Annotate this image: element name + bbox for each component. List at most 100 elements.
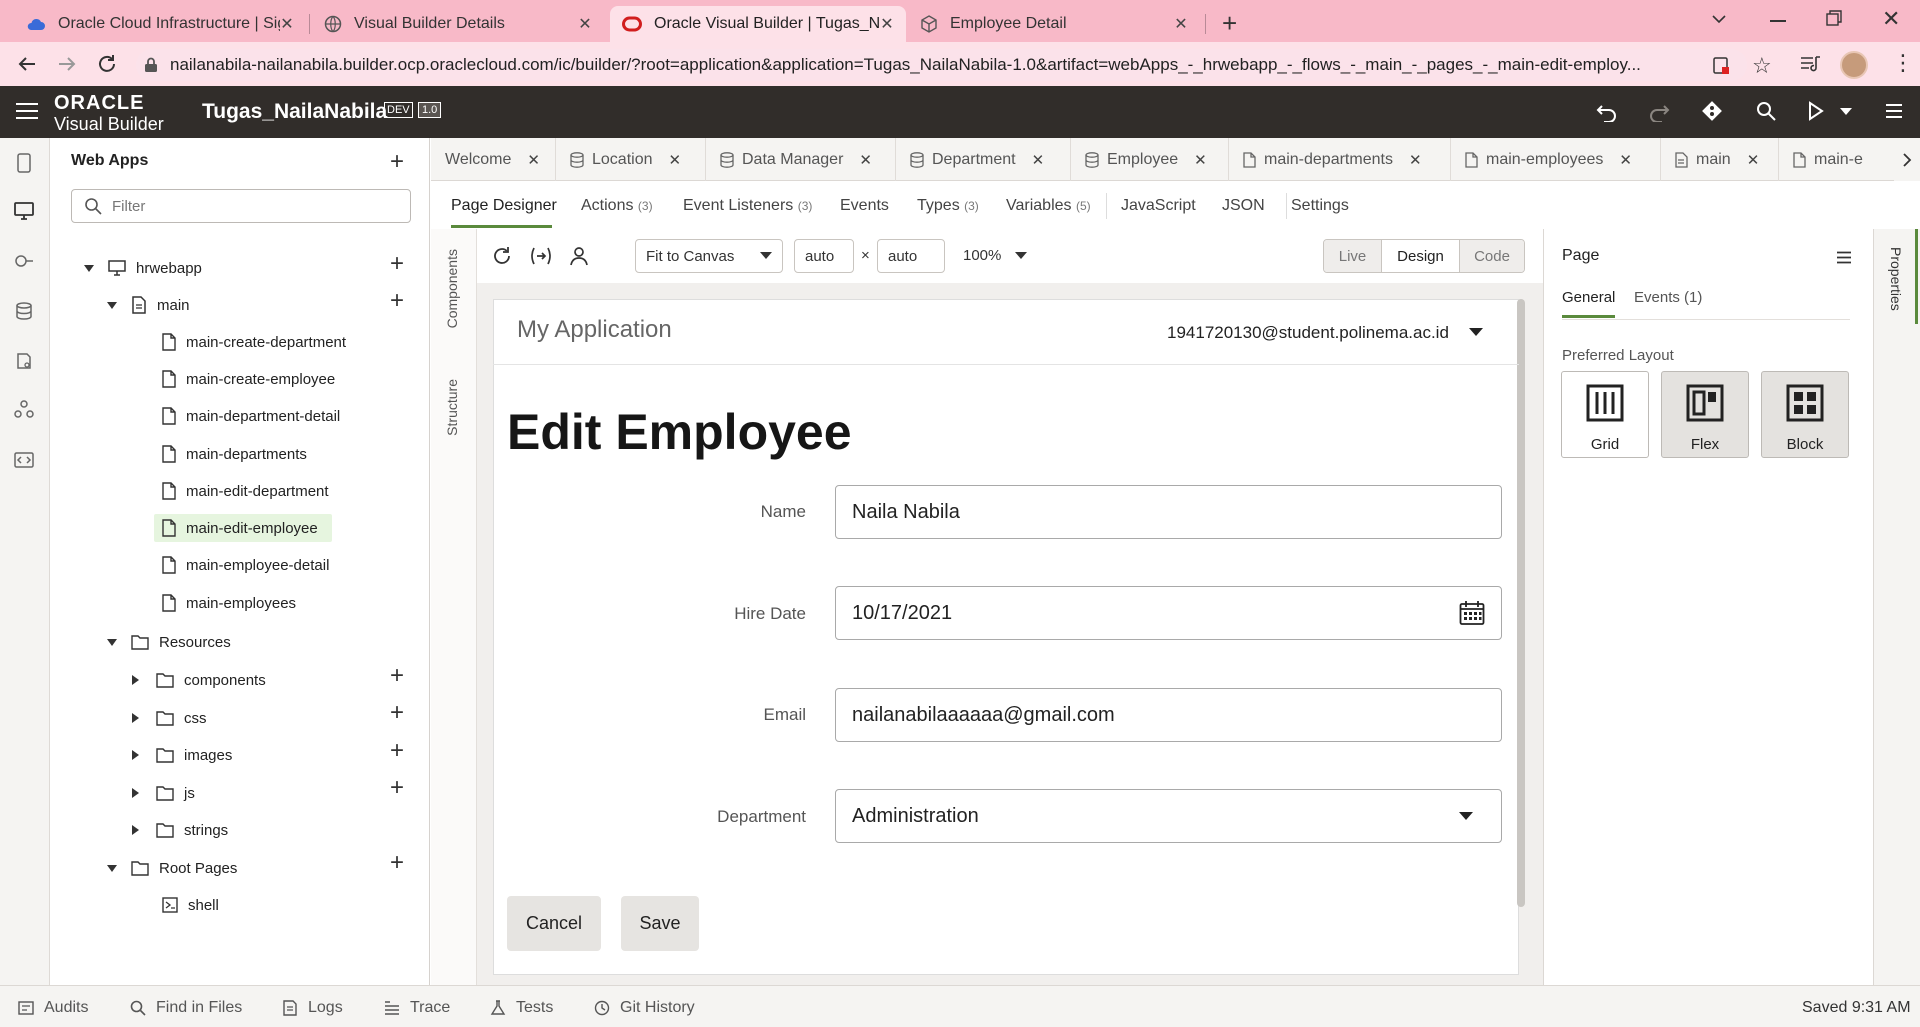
tree-item-hrwebapp[interactable]: hrwebapp: [84, 254, 202, 282]
git-history-button[interactable]: Git History: [594, 999, 695, 1017]
close-icon[interactable]: ✕: [280, 14, 294, 34]
fit-to-canvas-select[interactable]: Fit to Canvas: [635, 239, 783, 273]
properties-tab[interactable]: Properties: [1888, 247, 1904, 311]
editor-tab[interactable]: Employee ✕: [1071, 138, 1229, 181]
filter-input[interactable]: Filter: [71, 189, 411, 223]
department-select[interactable]: Administration: [835, 789, 1502, 843]
reload-icon[interactable]: [96, 53, 118, 75]
editor-tab[interactable]: Welcome ✕: [431, 138, 556, 181]
editor-tab[interactable]: Department ✕: [896, 138, 1071, 181]
zoom-select[interactable]: 100%: [963, 247, 1028, 264]
live-mode-button[interactable]: Live: [1324, 240, 1382, 272]
save-button[interactable]: Save: [621, 896, 699, 951]
menu-icon[interactable]: [1837, 251, 1851, 264]
browser-tab[interactable]: Visual Builder Details ✕: [312, 6, 604, 42]
caret-right-icon[interactable]: [132, 675, 139, 685]
tree-item-root-pages[interactable]: Root Pages: [107, 854, 237, 882]
structure-tab[interactable]: Structure: [444, 379, 460, 436]
window-close-button[interactable]: ✕: [1882, 6, 1900, 32]
tab-event-listeners[interactable]: Event Listeners (3): [683, 197, 812, 215]
tree-item-page[interactable]: main-departments: [162, 440, 307, 468]
editor-tab[interactable]: main-e: [1779, 138, 1894, 181]
editor-tab[interactable]: main ✕: [1661, 138, 1779, 181]
caret-down-icon[interactable]: [107, 864, 117, 872]
undo-icon[interactable]: [1596, 102, 1618, 122]
browser-tab-active[interactable]: Oracle Visual Builder | Tugas_Nai ✕: [610, 6, 906, 42]
name-input[interactable]: Naila Nabila: [835, 485, 1502, 539]
run-icon[interactable]: [1808, 101, 1824, 121]
tab-events[interactable]: Events: [840, 197, 889, 215]
email-input[interactable]: nailanabilaaaaaa@gmail.com: [835, 688, 1502, 742]
star-icon[interactable]: ☆: [1752, 53, 1772, 79]
web-apps-icon[interactable]: [14, 202, 34, 220]
browser-tab[interactable]: Employee Detail ✕: [908, 6, 1200, 42]
tree-item-folder[interactable]: components: [132, 666, 266, 694]
minimize-button[interactable]: [1770, 20, 1786, 22]
tree-item-folder[interactable]: css: [132, 704, 207, 732]
add-button[interactable]: +: [390, 701, 404, 725]
editor-tab[interactable]: main-departments ✕: [1229, 138, 1451, 181]
close-icon[interactable]: ✕: [880, 14, 894, 34]
close-icon[interactable]: ✕: [1747, 151, 1760, 169]
trace-button[interactable]: Trace: [384, 999, 450, 1017]
more-vert-icon[interactable]: ⋮: [1892, 52, 1914, 74]
tree-item-resources[interactable]: Resources: [107, 628, 231, 656]
cancel-button[interactable]: Cancel: [507, 896, 601, 951]
mobile-apps-icon[interactable]: [17, 153, 31, 173]
tree-item-main[interactable]: main: [107, 291, 190, 319]
chevron-right-icon[interactable]: [1894, 138, 1920, 181]
forward-icon[interactable]: [56, 53, 78, 75]
caret-down-icon[interactable]: [107, 638, 117, 646]
tree-item-folder[interactable]: js: [132, 779, 195, 807]
variable-icon[interactable]: [529, 246, 553, 266]
layout-grid-button[interactable]: Grid: [1561, 371, 1649, 458]
close-icon[interactable]: ✕: [527, 151, 540, 169]
tab-variables[interactable]: Variables (5): [1006, 197, 1091, 215]
tab-events[interactable]: Events (1): [1634, 289, 1702, 306]
width-input[interactable]: auto: [794, 239, 854, 273]
tab-general[interactable]: General: [1562, 289, 1615, 306]
layout-flex-button[interactable]: Flex: [1661, 371, 1749, 458]
design-mode-button[interactable]: Design: [1382, 240, 1460, 272]
browser-tab[interactable]: Oracle Cloud Infrastructure | Sign ✕: [14, 6, 306, 42]
back-icon[interactable]: [16, 53, 38, 75]
tab-page-designer[interactable]: Page Designer: [451, 197, 557, 215]
restore-button[interactable]: [1826, 10, 1842, 26]
canvas-scrollbar[interactable]: [1517, 299, 1525, 907]
tree-item-page-selected[interactable]: main-edit-employee: [154, 514, 332, 542]
run-dropdown-icon[interactable]: [1840, 108, 1852, 116]
caret-right-icon[interactable]: [132, 713, 139, 723]
user-menu-caret-icon[interactable]: [1469, 328, 1483, 337]
chevron-down-icon[interactable]: [1710, 10, 1728, 28]
add-web-app-button[interactable]: +: [390, 150, 404, 174]
refresh-icon[interactable]: [492, 246, 512, 266]
tree-item-folder[interactable]: strings: [132, 816, 228, 844]
user-email[interactable]: 1941720130@student.polinema.ac.id: [1167, 323, 1449, 343]
user-icon[interactable]: [569, 246, 589, 266]
source-icon[interactable]: [14, 452, 34, 468]
add-button[interactable]: +: [390, 664, 404, 688]
caret-down-icon[interactable]: [107, 301, 117, 309]
tree-item-page[interactable]: main-department-detail: [162, 402, 340, 430]
new-tab-button[interactable]: +: [1222, 8, 1237, 39]
redo-icon[interactable]: [1648, 102, 1670, 122]
layout-block-button[interactable]: Block: [1761, 371, 1849, 458]
tab-json[interactable]: JSON: [1222, 197, 1265, 215]
tree-item-page[interactable]: main-edit-department: [162, 477, 329, 505]
add-button[interactable]: +: [390, 252, 404, 276]
tree-item-page[interactable]: main-employee-detail: [162, 551, 329, 579]
tree-item-page[interactable]: main-employees: [162, 589, 296, 617]
tree-item-page[interactable]: main-create-employee: [162, 365, 335, 393]
close-icon[interactable]: ✕: [1174, 14, 1188, 34]
close-icon[interactable]: ✕: [1619, 151, 1632, 169]
editor-tab[interactable]: Data Manager ✕: [706, 138, 896, 181]
close-icon[interactable]: ✕: [1409, 151, 1422, 169]
editor-tab[interactable]: Location ✕: [556, 138, 706, 181]
caret-right-icon[interactable]: [132, 788, 139, 798]
components-tab[interactable]: Components: [444, 249, 460, 328]
tree-item-folder[interactable]: images: [132, 741, 232, 769]
close-icon[interactable]: ✕: [1032, 151, 1045, 169]
url-field[interactable]: nailanabila-nailanabila.builder.ocp.orac…: [136, 49, 1747, 81]
caret-right-icon[interactable]: [132, 825, 139, 835]
tree-item-shell[interactable]: shell: [162, 891, 219, 919]
